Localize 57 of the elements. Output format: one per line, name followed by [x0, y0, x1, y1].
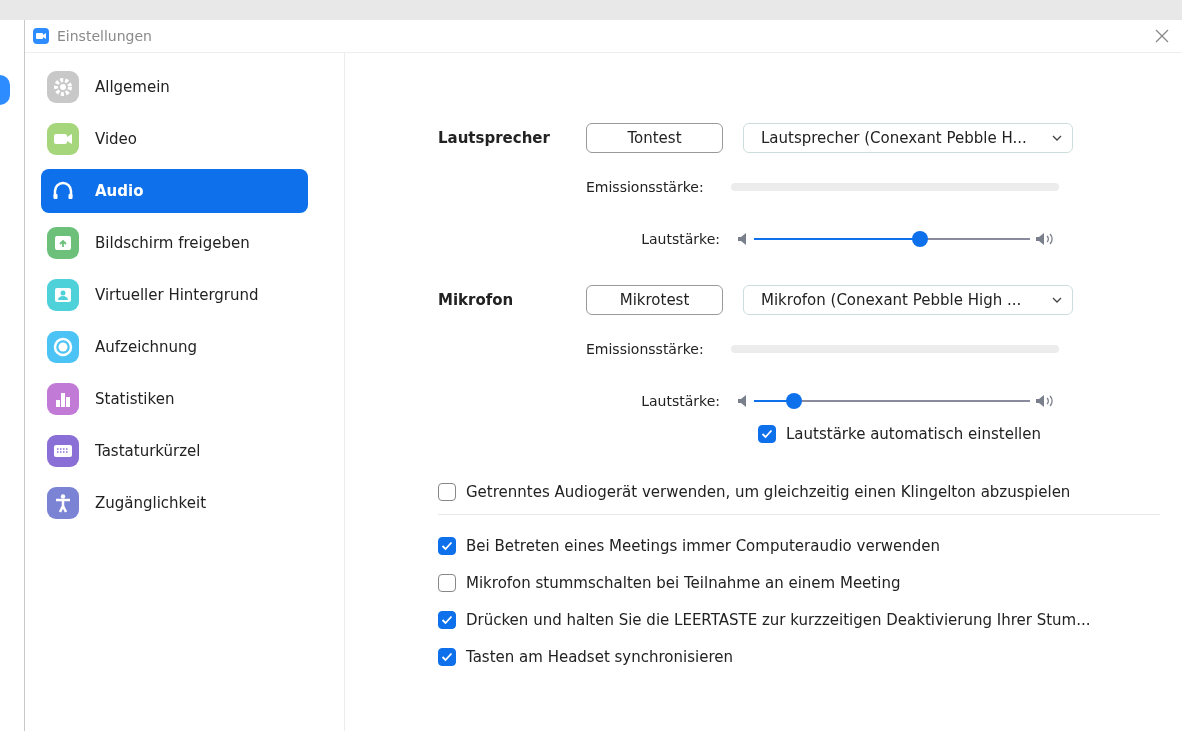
close-icon[interactable] [1154, 28, 1170, 44]
slider-thumb[interactable] [786, 393, 802, 409]
gear-icon [47, 71, 79, 103]
speaker-quiet-icon [738, 395, 748, 407]
sidebar-item[interactable]: Allgemein [41, 65, 308, 109]
sidebar-item[interactable]: Zugänglichkeit [41, 481, 308, 525]
sidebar-item[interactable]: Statistiken [41, 377, 308, 421]
keyboard-icon [47, 435, 79, 467]
checkbox[interactable] [438, 536, 456, 555]
person-icon [47, 279, 79, 311]
record-icon [47, 331, 79, 363]
checkmark-icon [761, 429, 773, 439]
checkmark-icon [441, 614, 453, 625]
checkbox-label: Tasten am Headset synchronisieren [466, 647, 733, 666]
meter-label: Emissionsstärke: [586, 179, 705, 195]
logo-fragment [0, 75, 10, 105]
test-button[interactable]: Tontest [586, 123, 723, 153]
device-dropdown[interactable]: Mikrofon (Conexant Pebble High ... [743, 285, 1073, 315]
checkmark-icon [441, 540, 453, 551]
section-title: Mikrofon [438, 291, 515, 309]
checkbox[interactable] [758, 425, 776, 443]
checkbox-label: Mikrofon stummschalten bei Teilnahme an einem Meeting [466, 573, 901, 592]
volume-label: Lautstärke: [640, 393, 720, 409]
test-button[interactable]: Mikrotest [586, 285, 723, 315]
checkbox-label: Getrenntes Audiogerät verwenden, um gleichzeitig einen Klingelton abzuspielen [466, 482, 1071, 501]
sidebar-item[interactable]: Virtueller Hintergrund [41, 273, 308, 317]
section-title: Lautsprecher [438, 129, 551, 147]
sidebar-item[interactable]: Audio [41, 169, 308, 213]
sidebar-item[interactable]: Video [41, 117, 308, 161]
checkbox-label: Drücken und halten Sie die LEERTASTE zur kurzzeitigen Deaktivierung Ihrer Stum... [466, 610, 1091, 629]
speaker-quiet-icon [738, 233, 748, 245]
meter-label: Emissionsstärke: [586, 341, 705, 357]
window-title: Einstellungen [57, 28, 153, 44]
share-icon [47, 227, 79, 259]
slider-thumb[interactable] [911, 231, 928, 247]
chevron-down-icon [1052, 297, 1062, 303]
sidebar-item[interactable]: Bildschirm freigeben [41, 221, 308, 265]
checkbox[interactable] [438, 610, 456, 629]
checkbox[interactable] [438, 573, 456, 592]
checkbox[interactable] [438, 647, 456, 666]
checkbox-label: Bei Betreten eines Meetings immer Computeraudio verwenden [466, 536, 941, 555]
sidebar-item[interactable]: Tastaturkürzel [41, 429, 308, 473]
checkbox[interactable] [438, 482, 456, 501]
device-dropdown[interactable]: Lautsprecher (Conexant Pebble H... [743, 123, 1073, 153]
volume-slider[interactable] [754, 393, 1030, 409]
speaker-loud-icon [1036, 233, 1054, 245]
checkbox-label: Lautstärke automatisch einstellen [786, 425, 1041, 443]
volume-slider[interactable] [754, 231, 1030, 247]
sidebar-item[interactable]: Aufzeichnung [41, 325, 308, 369]
accessibility-icon [47, 487, 79, 519]
volume-label: Lautstärke: [640, 231, 720, 247]
checkmark-icon [441, 651, 453, 662]
chevron-down-icon [1052, 135, 1062, 141]
speaker-loud-icon [1036, 395, 1054, 407]
app-icon [33, 28, 49, 44]
camera-icon [47, 123, 79, 155]
stats-icon [47, 383, 79, 415]
